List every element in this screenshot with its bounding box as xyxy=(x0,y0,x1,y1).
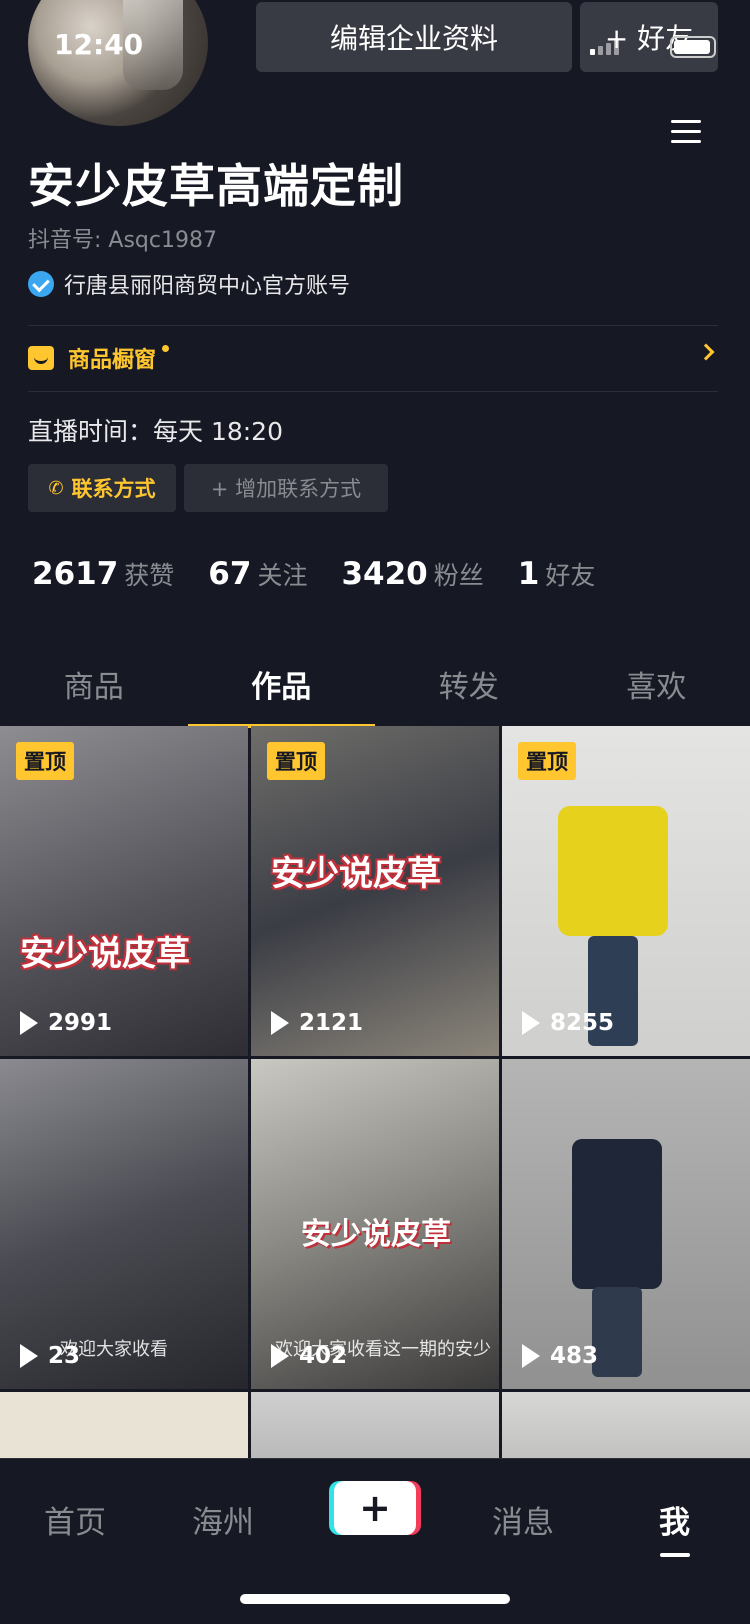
stat-number: 2617 xyxy=(32,556,119,592)
play-icon xyxy=(271,1344,289,1368)
stat-following[interactable]: 67 关注 xyxy=(208,556,307,592)
pinned-badge: 置顶 xyxy=(518,742,576,780)
view-count: 2991 xyxy=(20,1010,112,1036)
view-count-value: 8255 xyxy=(550,1010,615,1036)
video-grid: 置顶 安少说皮草 2991 置顶 安少说皮草 2121 置顶 8255 欢迎大家… xyxy=(0,726,750,1464)
profile-avatar[interactable] xyxy=(28,0,208,126)
stat-likes[interactable]: 2617 获赞 xyxy=(32,556,174,592)
tab-reposts[interactable]: 转发 xyxy=(375,650,563,722)
video-thumbnail[interactable]: 安少说皮草 欢迎大家收看这一期的安少 402 xyxy=(251,1059,499,1389)
video-thumbnail[interactable]: 置顶 安少说皮草 2991 xyxy=(0,726,248,1056)
contact-button[interactable]: ✆ 联系方式 xyxy=(28,464,176,512)
pinned-badge: 置顶 xyxy=(267,742,325,780)
stat-label: 粉丝 xyxy=(433,561,484,590)
jacket-figure xyxy=(558,806,668,936)
signal-icon xyxy=(590,40,619,55)
view-count-value: 402 xyxy=(299,1343,348,1369)
verified-check-icon xyxy=(28,271,54,297)
view-count-value: 2991 xyxy=(48,1010,113,1036)
home-indicator xyxy=(240,1594,510,1604)
view-count: 2121 xyxy=(271,1010,363,1036)
view-count-value: 2121 xyxy=(299,1010,364,1036)
content-tabs: 商品 作品 转发 喜欢 xyxy=(0,650,750,728)
view-count: 402 xyxy=(271,1343,347,1369)
tab-likes[interactable]: 喜欢 xyxy=(563,650,750,722)
video-caption: 安少说皮草 xyxy=(271,854,441,894)
view-count: 483 xyxy=(522,1343,598,1369)
divider xyxy=(28,391,718,392)
jeans-figure xyxy=(592,1287,642,1377)
video-thumbnail[interactable]: 483 xyxy=(502,1059,750,1389)
create-video-button[interactable]: + xyxy=(334,1481,416,1535)
stat-label: 获赞 xyxy=(124,561,175,590)
nav-active-indicator xyxy=(660,1553,690,1557)
nav-home[interactable]: 首页 xyxy=(44,1497,106,1542)
view-count: 8255 xyxy=(522,1010,614,1036)
video-thumbnail[interactable]: 置顶 8255 xyxy=(502,726,750,1056)
tab-works[interactable]: 作品 xyxy=(187,650,376,728)
shop-window-label: 商品橱窗 xyxy=(68,348,157,373)
notification-dot xyxy=(162,344,170,352)
menu-icon[interactable] xyxy=(671,120,701,144)
stats-row: 2617 获赞 67 关注 3420 粉丝 1 好友 xyxy=(32,556,629,592)
nav-me[interactable]: 我 xyxy=(659,1497,690,1542)
tab-products[interactable]: 商品 xyxy=(0,650,188,722)
play-icon xyxy=(20,1011,38,1035)
video-thumbnail[interactable] xyxy=(0,1392,248,1464)
video-thumbnail[interactable] xyxy=(502,1392,750,1464)
video-thumbnail[interactable]: 置顶 安少说皮草 2121 xyxy=(251,726,499,1056)
nav-messages[interactable]: 消息 xyxy=(492,1497,554,1542)
verified-row: 行唐县丽阳商贸中心官方账号 xyxy=(28,268,350,300)
stat-number: 3420 xyxy=(341,556,428,592)
video-thumbnail[interactable]: 欢迎大家收看 23 xyxy=(0,1059,248,1389)
add-contact-button[interactable]: + 增加联系方式 xyxy=(184,464,388,512)
nav-city[interactable]: 海州 xyxy=(192,1497,254,1542)
play-icon xyxy=(271,1011,289,1035)
profile-name: 安少皮草高端定制 xyxy=(28,159,404,213)
stat-friends[interactable]: 1 好友 xyxy=(518,556,596,592)
shop-icon xyxy=(28,346,54,370)
play-icon xyxy=(522,1011,540,1035)
shop-window-row[interactable]: 商品橱窗 xyxy=(28,326,718,390)
battery-icon xyxy=(670,36,716,58)
stat-label: 好友 xyxy=(545,561,596,590)
live-time: 直播时间：每天 18:20 xyxy=(28,417,283,446)
phone-icon: ✆ xyxy=(48,477,64,499)
view-count-value: 483 xyxy=(550,1343,599,1369)
stat-followers[interactable]: 3420 粉丝 xyxy=(341,556,483,592)
stat-number: 1 xyxy=(517,556,540,592)
edit-profile-button[interactable]: 编辑企业资料 xyxy=(256,2,572,72)
plus-icon: + xyxy=(359,1486,391,1530)
douyin-id: 抖音号: Asqc1987 xyxy=(28,228,217,253)
play-icon xyxy=(20,1344,38,1368)
stat-label: 关注 xyxy=(257,561,308,590)
video-thumbnail[interactable] xyxy=(251,1392,499,1464)
pinned-badge: 置顶 xyxy=(16,742,74,780)
play-icon xyxy=(522,1344,540,1368)
contact-button-label: 联系方式 xyxy=(71,477,156,501)
video-caption: 安少说皮草 xyxy=(301,1217,451,1252)
view-count: 23 xyxy=(20,1343,80,1369)
verified-label: 行唐县丽阳商贸中心官方账号 xyxy=(64,274,351,299)
chevron-right-icon xyxy=(697,343,715,361)
jacket-figure xyxy=(572,1139,662,1289)
status-time: 12:40 xyxy=(54,28,144,61)
video-caption: 安少说皮草 xyxy=(20,934,190,974)
stat-number: 67 xyxy=(208,556,252,592)
view-count-value: 23 xyxy=(48,1343,81,1369)
